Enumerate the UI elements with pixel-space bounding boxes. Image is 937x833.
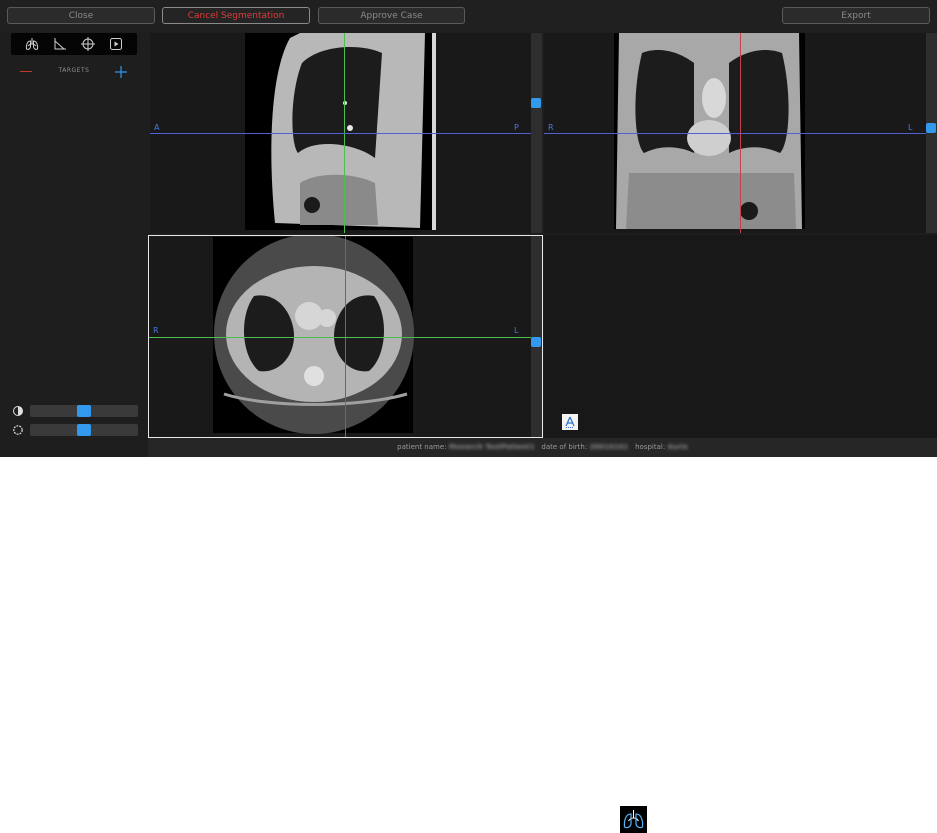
dob-label: date of birth: <box>541 443 588 451</box>
patient-status-bar: patient name: Monarch TestPatient1 date … <box>148 438 937 457</box>
axial-scroll-track[interactable] <box>531 236 542 437</box>
add-target-button[interactable] <box>114 65 128 79</box>
measure-icon[interactable] <box>51 35 69 53</box>
coronal-right-label: L <box>908 123 913 132</box>
axial-left-label: R <box>153 326 159 335</box>
brightness-icon <box>13 425 23 435</box>
brightness-slider[interactable] <box>30 424 138 436</box>
patient-name-label: patient name: <box>397 443 447 451</box>
targets-row: TARGETS <box>0 65 148 79</box>
brightness-slider-thumb[interactable] <box>77 424 91 436</box>
app-window: Close Cancel Segmentation Approve Case E… <box>0 0 937 457</box>
brightness-slider-row <box>12 423 138 437</box>
sagittal-scroll-track[interactable] <box>531 33 542 233</box>
crosshair-icon[interactable] <box>79 35 97 53</box>
orientation-cube-icon[interactable] <box>562 414 578 430</box>
contrast-slider[interactable] <box>30 405 138 417</box>
sagittal-view[interactable]: A P <box>150 33 531 233</box>
top-toolbar: Close Cancel Segmentation Approve Case E… <box>0 0 937 32</box>
export-button[interactable]: Export <box>782 7 930 24</box>
patient-name-value: Monarch TestPatient1 <box>448 443 535 451</box>
axial-right-label: L <box>514 326 519 335</box>
contrast-icon <box>13 406 23 416</box>
sagittal-right-label: P <box>514 123 519 132</box>
sagittal-crosshair-horizontal <box>150 133 531 134</box>
play-icon[interactable] <box>107 35 125 53</box>
contrast-slider-row <box>12 404 138 418</box>
sidebar: TARGETS <box>0 32 148 438</box>
coronal-scroll-track[interactable] <box>926 33 937 233</box>
hospital-label: hospital: <box>635 443 666 451</box>
coronal-scroll-handle[interactable] <box>926 123 936 133</box>
hospital-value: Auris <box>667 443 688 451</box>
sagittal-scroll-handle[interactable] <box>531 98 541 108</box>
coronal-crosshair-horizontal <box>544 133 926 134</box>
axial-scroll-handle[interactable] <box>531 337 541 347</box>
tool-palette <box>11 33 137 55</box>
lungs-logo-icon <box>620 806 647 833</box>
axial-crosshair-horizontal <box>149 337 542 338</box>
contrast-slider-thumb[interactable] <box>77 405 91 417</box>
close-button[interactable]: Close <box>7 7 155 24</box>
cancel-segmentation-button[interactable]: Cancel Segmentation <box>162 7 310 24</box>
approve-case-button[interactable]: Approve Case <box>318 7 465 24</box>
axial-view[interactable]: R L <box>148 235 543 438</box>
3d-view[interactable] <box>544 235 937 438</box>
dob-value: 20010101 <box>589 443 629 451</box>
coronal-left-label: R <box>548 123 554 132</box>
sagittal-left-label: A <box>154 123 160 132</box>
coronal-view[interactable]: R L <box>544 33 926 233</box>
lungs-icon[interactable] <box>23 35 41 53</box>
